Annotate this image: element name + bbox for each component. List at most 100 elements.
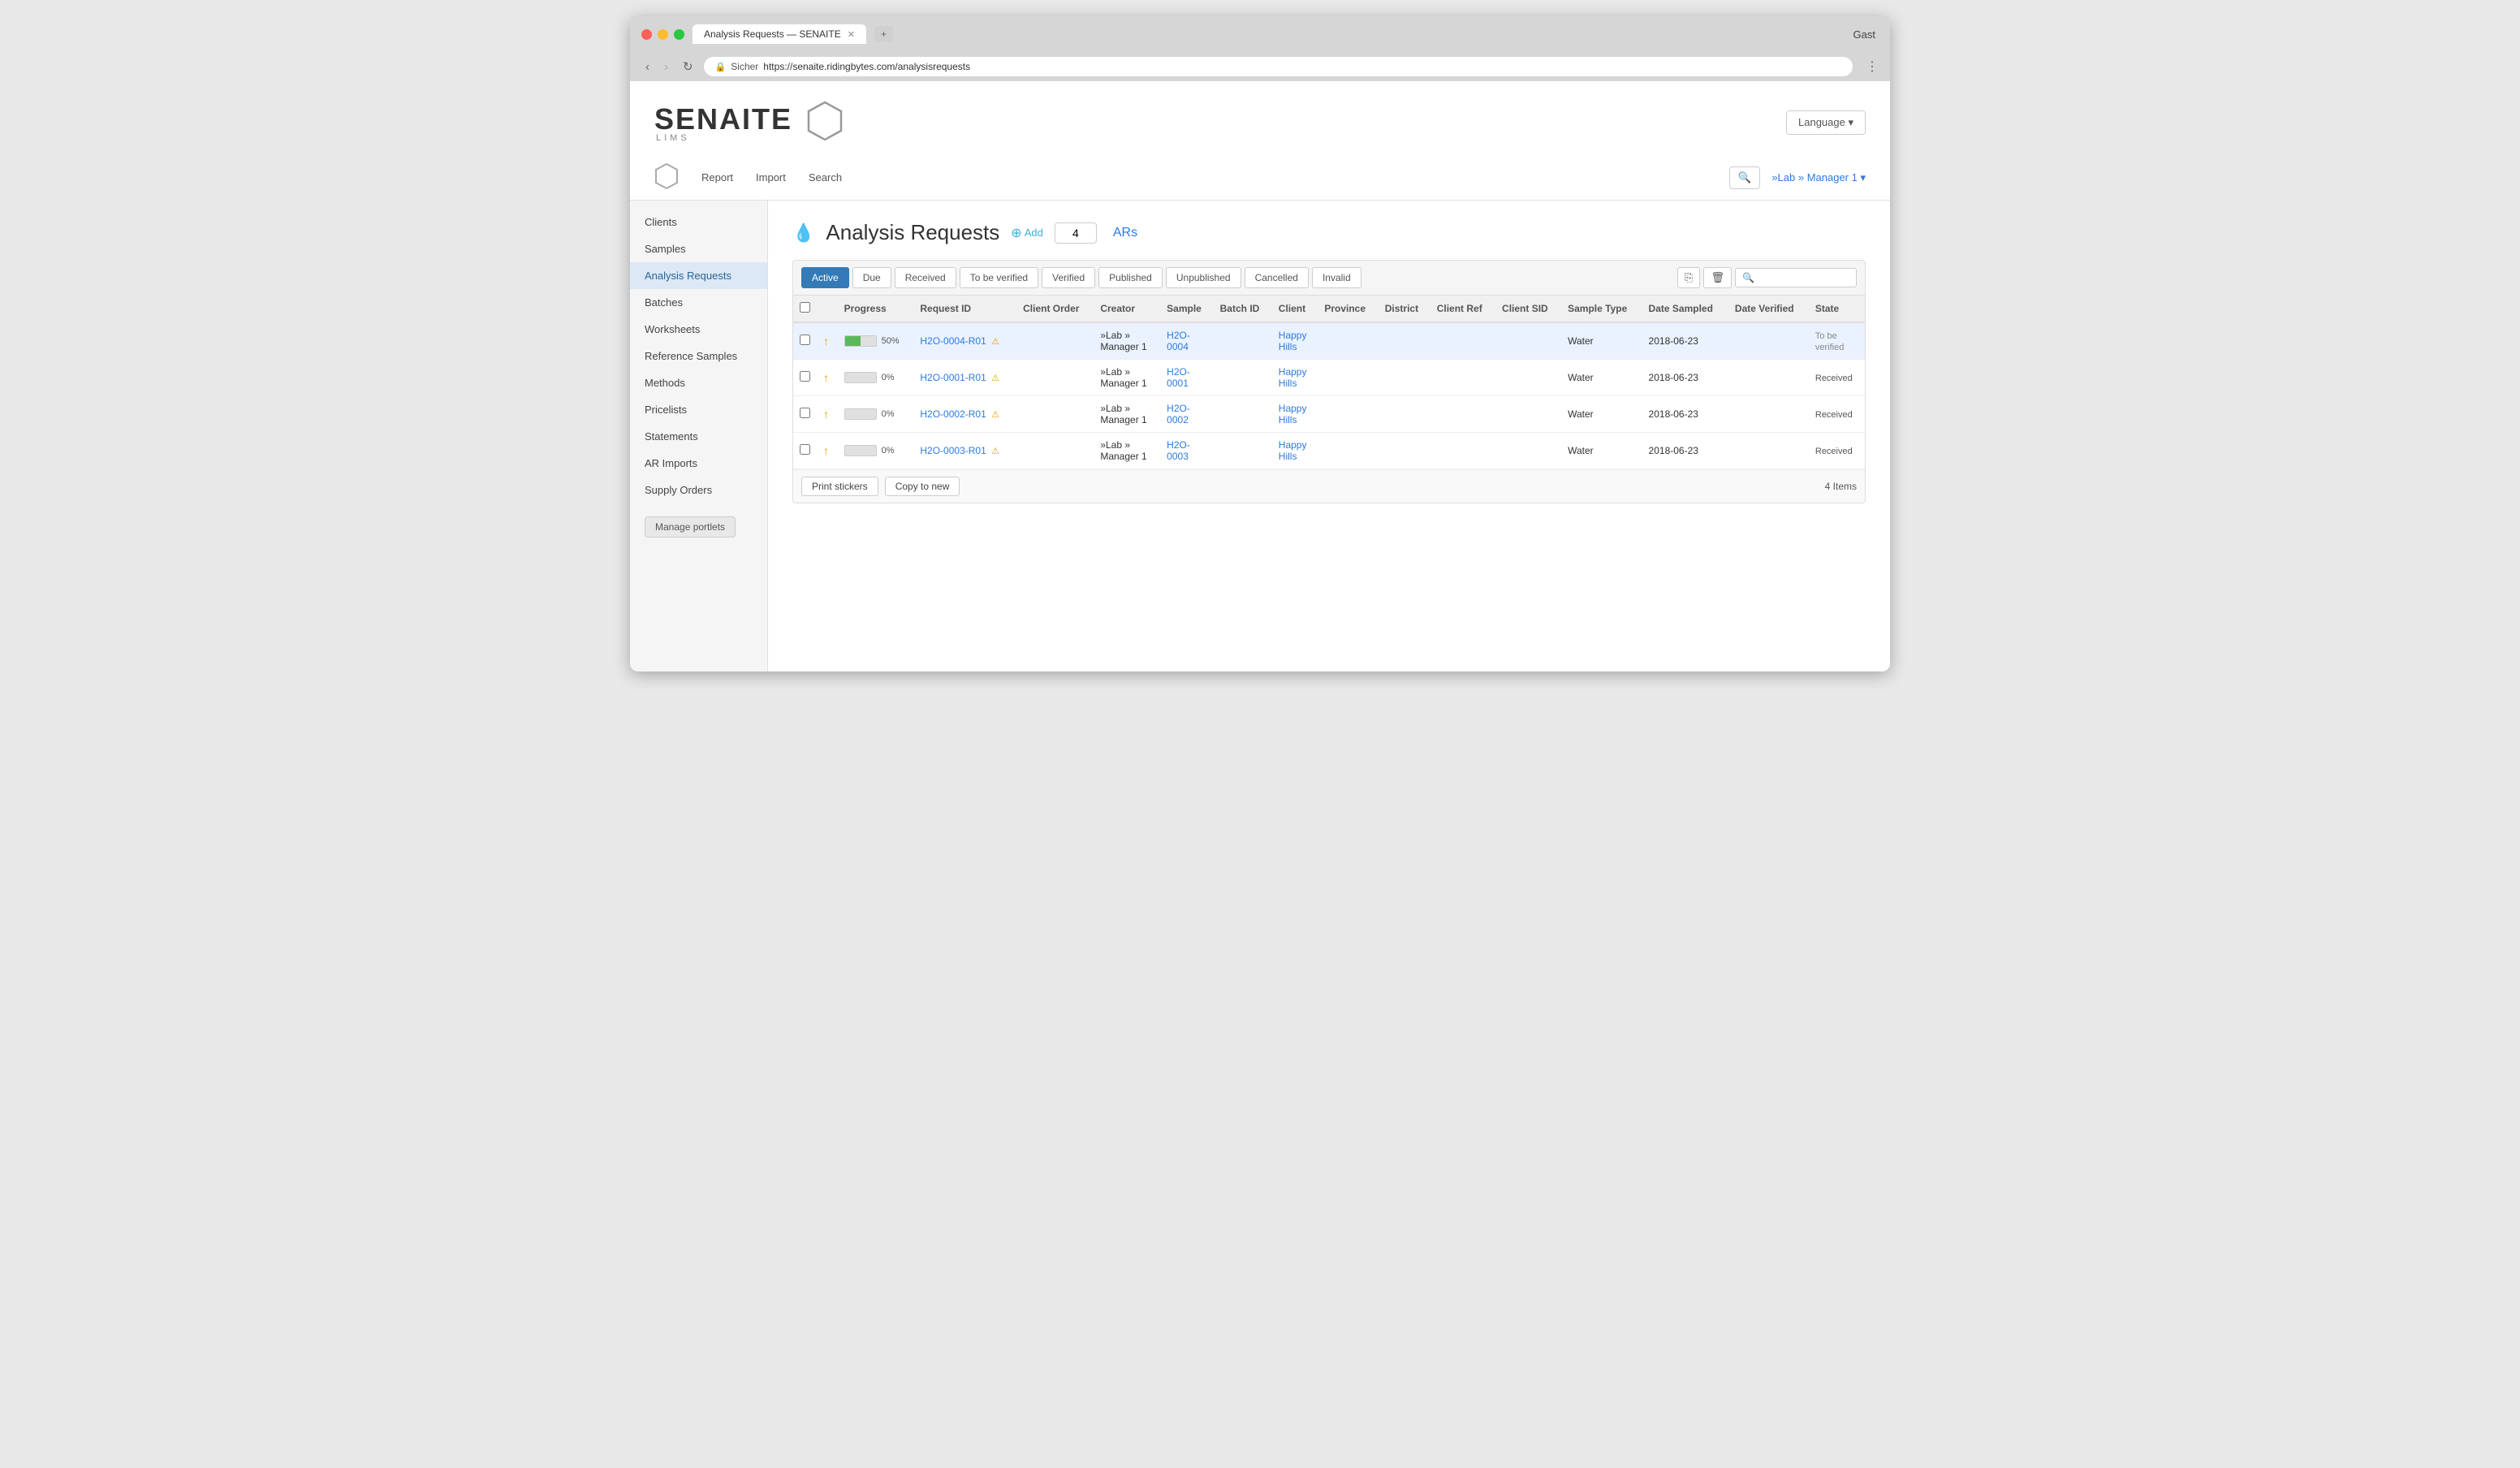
row-request-id-cell: H2O-0004-R01 ⚠ [913,322,1016,360]
row-creator-cell: »Lab »Manager 1 [1094,396,1160,433]
tab-active[interactable]: Active [801,267,849,288]
close-traffic-light[interactable] [641,29,652,40]
sidebar-item-pricelists[interactable]: Pricelists [630,396,767,423]
sample-link[interactable]: H2O-0001 [1167,366,1190,389]
row-checkbox[interactable] [800,335,810,345]
sidebar-item-reference-samples[interactable]: Reference Samples [630,343,767,369]
row-date-sampled-cell: 2018-06-23 [1642,433,1728,469]
new-tab-button[interactable]: + [874,26,893,42]
delete-icon-button[interactable]: 🗑 [1703,267,1732,288]
row-progress-cell: 50% [838,322,914,360]
reload-button[interactable]: ↻ [679,58,697,76]
maximize-traffic-light[interactable] [674,29,684,40]
row-date-verified-cell [1728,360,1809,396]
sample-link[interactable]: H2O-0003 [1167,439,1190,462]
tab-to-be-verified[interactable]: To be verified [960,267,1038,288]
back-button[interactable]: ‹ [641,58,654,76]
tab-invalid[interactable]: Invalid [1312,267,1361,288]
sidebar-item-methods[interactable]: Methods [630,369,767,396]
logo-hexagon-icon [807,101,843,144]
row-checkbox[interactable] [800,408,810,418]
user-label: Gast [1853,28,1879,41]
request-id-link[interactable]: H2O-0003-R01 [920,445,986,456]
row-client-ref-cell [1430,360,1495,396]
row-date-sampled-cell: 2018-06-23 [1642,396,1728,433]
copy-to-new-button[interactable]: Copy to new [885,477,960,496]
progress-label: 50% [882,336,900,346]
row-client-ref-cell [1430,322,1495,360]
row-checkbox-cell [793,433,817,469]
row-priority-cell: ↑ [817,322,838,360]
nav-report[interactable]: Report [701,171,733,184]
logo-text-group: SENAITE LIMS [654,102,792,143]
client-link[interactable]: HappyHills [1279,439,1307,462]
row-client-order-cell [1016,322,1094,360]
sidebar-item-analysis-requests[interactable]: Analysis Requests [630,262,767,289]
forward-button[interactable]: › [660,58,672,76]
user-nav-label[interactable]: »Lab » Manager 1 ▾ [1771,171,1866,184]
count-input[interactable] [1055,222,1097,244]
sidebar-item-statements[interactable]: Statements [630,423,767,450]
state-badge: To beverified [1815,331,1844,352]
water-drop-icon: 💧 [792,222,814,244]
select-all-checkbox[interactable] [800,302,810,313]
state-badge: Received [1815,373,1853,383]
row-checkbox[interactable] [800,444,810,455]
priority-icon: ↑ [823,444,829,457]
add-link[interactable]: ⊕ Add [1011,225,1043,241]
tab-received[interactable]: Received [895,267,956,288]
sidebar-item-samples[interactable]: Samples [630,235,767,262]
browser-menu-icon[interactable]: ⋮ [1866,58,1879,75]
row-request-id-cell: H2O-0003-R01 ⚠ [913,433,1016,469]
row-province-cell [1318,360,1378,396]
tab-close-icon[interactable]: ✕ [848,29,855,40]
client-link[interactable]: HappyHills [1279,330,1307,352]
page-header: 💧 Analysis Requests ⊕ Add ARs [792,220,1866,245]
language-button[interactable]: Language ▾ [1786,110,1866,135]
add-plus-icon: ⊕ [1011,225,1021,241]
sidebar-item-worksheets[interactable]: Worksheets [630,316,767,343]
col-header-client-sid: Client SID [1495,296,1561,322]
request-id-link[interactable]: H2O-0004-R01 [920,335,986,347]
client-link[interactable]: HappyHills [1279,403,1307,425]
tab-unpublished[interactable]: Unpublished [1166,267,1241,288]
col-header-progress: Progress [838,296,914,322]
request-id-link[interactable]: H2O-0001-R01 [920,372,986,383]
warning-icon: ⚠ [991,337,999,347]
client-link[interactable]: HappyHills [1279,366,1307,389]
search-button[interactable]: 🔍 [1729,166,1761,189]
request-id-link[interactable]: H2O-0002-R01 [920,408,986,420]
sample-link[interactable]: H2O-0002 [1167,403,1190,425]
copy-icon-button[interactable]: ⎘ [1677,267,1700,288]
row-date-verified-cell [1728,433,1809,469]
priority-icon: ↑ [823,408,829,421]
row-priority-cell: ↑ [817,396,838,433]
print-stickers-button[interactable]: Print stickers [801,477,878,496]
row-client-sid-cell [1495,396,1561,433]
table-search-input[interactable] [1735,268,1857,287]
tab-due[interactable]: Due [852,267,891,288]
address-bar[interactable]: 🔒 Sicher https://senaite.ridingbytes.com… [704,57,1853,76]
tab-published[interactable]: Published [1098,267,1163,288]
sidebar-item-clients[interactable]: Clients [630,209,767,235]
tab-verified[interactable]: Verified [1042,267,1095,288]
col-header-request-id: Request ID [913,296,1016,322]
sidebar-item-batches[interactable]: Batches [630,289,767,316]
sidebar-item-supply-orders[interactable]: Supply Orders [630,477,767,503]
row-checkbox[interactable] [800,371,810,382]
row-date-verified-cell [1728,322,1809,360]
nav-search[interactable]: Search [809,171,842,184]
row-progress-cell: 0% [838,433,914,469]
manage-portlets-button[interactable]: Manage portlets [645,516,736,538]
warning-icon: ⚠ [991,373,999,383]
row-state-cell: Received [1809,396,1865,433]
tab-cancelled[interactable]: Cancelled [1245,267,1309,288]
row-progress-cell: 0% [838,396,914,433]
sidebar-item-ar-imports[interactable]: AR Imports [630,450,767,477]
minimize-traffic-light[interactable] [658,29,668,40]
top-nav: Report Import Search 🔍 »Lab » Manager 1 … [630,155,1890,201]
sample-link[interactable]: H2O-0004 [1167,330,1190,352]
nav-import[interactable]: Import [756,171,786,184]
ars-link[interactable]: ARs [1113,226,1137,240]
browser-tab[interactable]: Analysis Requests — SENAITE ✕ [693,24,866,44]
